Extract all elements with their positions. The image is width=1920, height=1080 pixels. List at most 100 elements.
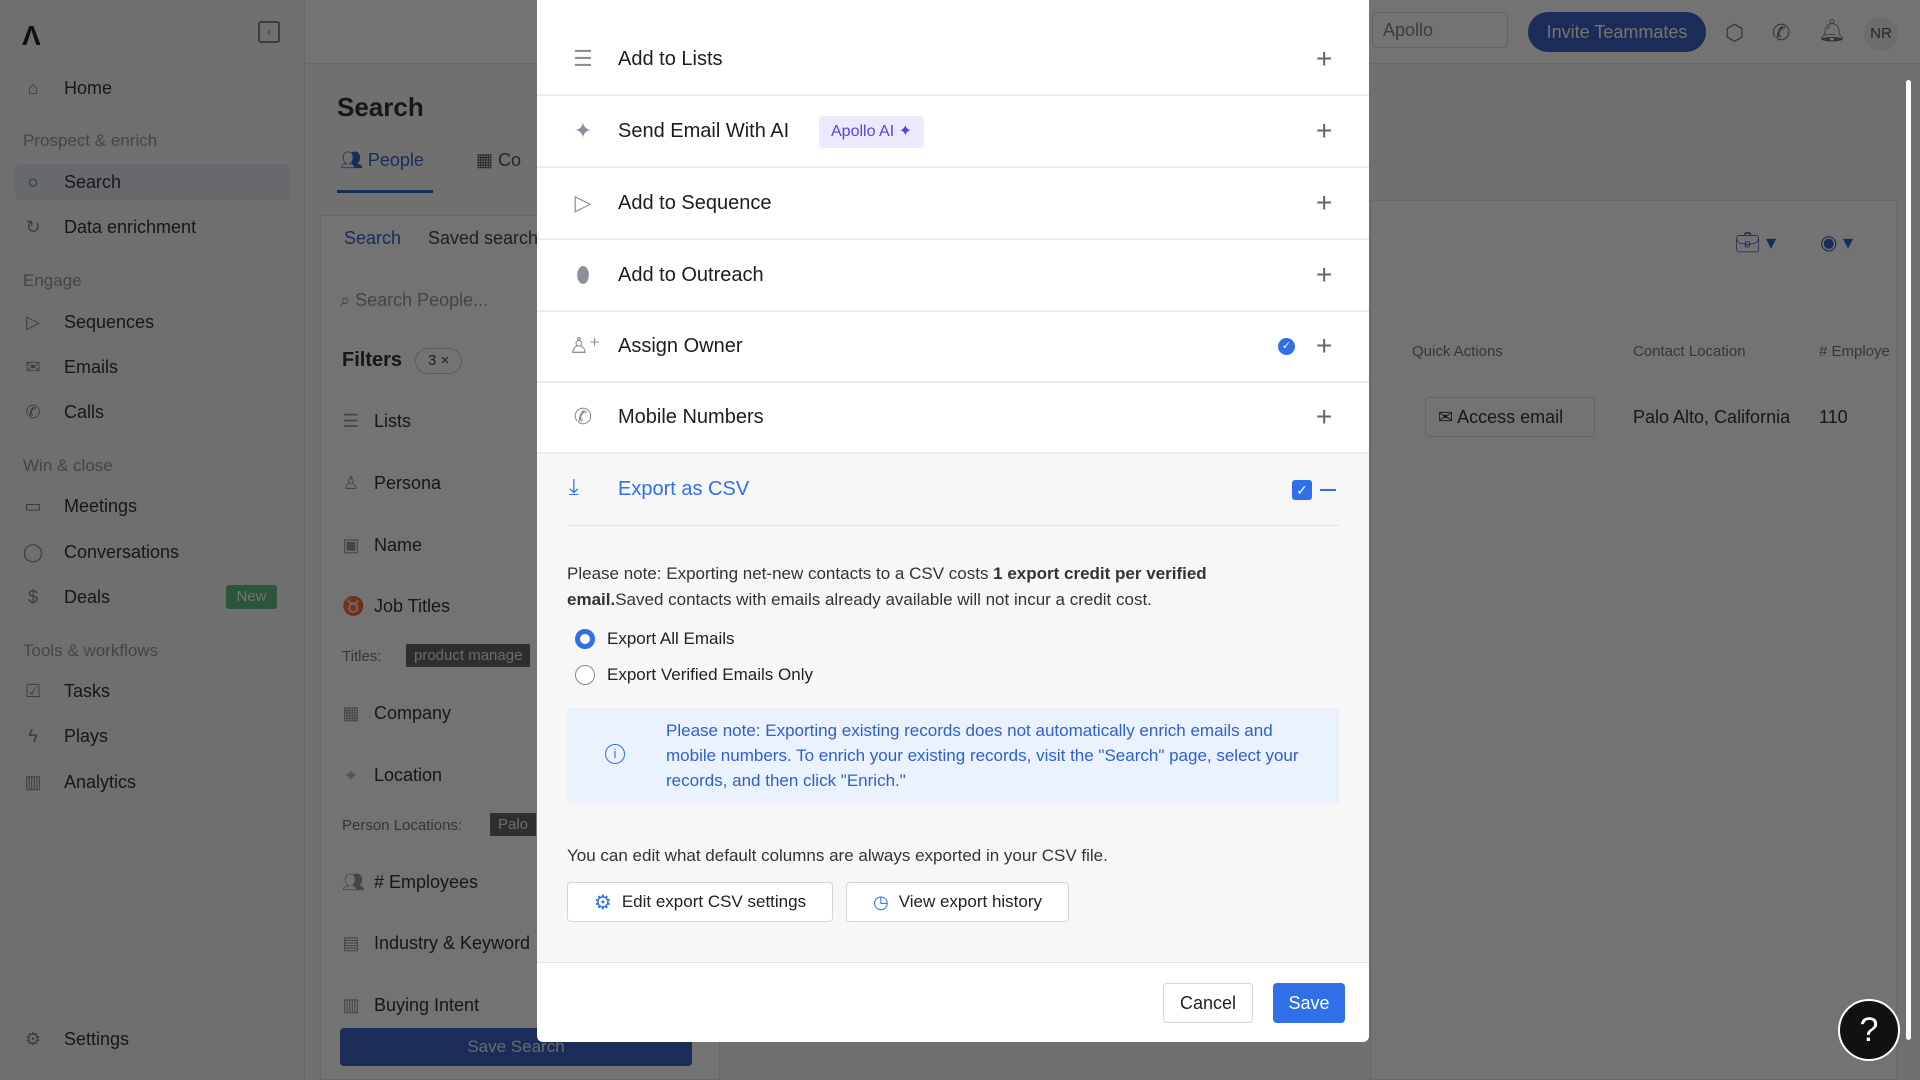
access-email-button[interactable]: ✉ Access email (1425, 397, 1595, 437)
lightning-icon: ϟ (28, 726, 38, 746)
sidebar-item-analytics[interactable]: ▥ Analytics (22, 767, 136, 797)
export-title[interactable]: Export as CSV (618, 478, 749, 501)
page-title: Search (337, 92, 424, 122)
plus-icon[interactable]: + (1316, 187, 1332, 219)
tab-underline (337, 190, 433, 193)
sidebar-item-sequences[interactable]: ▷ Sequences (22, 307, 154, 337)
help-button[interactable]: ? (1838, 999, 1900, 1061)
phone-icon: ✆ (573, 404, 593, 429)
dollar-icon: $ (27, 587, 38, 607)
label: Settings (64, 1028, 130, 1049)
radio-label: Export Verified Emails Only (607, 665, 813, 684)
avatar[interactable]: NR (1864, 17, 1898, 51)
search-people-input[interactable]: ⌕ Search People... (340, 290, 488, 311)
row-send-email-ai[interactable]: ✦ Send Email With AI Apollo AI ✦ + (537, 96, 1369, 168)
bulk-actions-modal: ☰ Add to Lists + ✦ Send Email With AI Apoll… (537, 0, 1369, 1042)
row-add-to-outreach[interactable]: ⬮ Add to Outreach + (537, 240, 1369, 312)
label: Buying Intent (374, 995, 480, 1015)
collapse-minus-icon[interactable] (1320, 489, 1336, 491)
sidebar-item-conversations[interactable]: ◯ Conversations (22, 537, 179, 567)
bell-icon[interactable]: 🔔︎ (1818, 18, 1846, 44)
apollo-logo[interactable]: Λ (22, 20, 41, 52)
location-chip[interactable]: Palo (490, 813, 537, 836)
column-header: Contact Location (1633, 343, 1746, 360)
label: Conversations (64, 541, 180, 562)
enrich-icon: ↻ (25, 217, 41, 237)
plus-icon[interactable]: + (1316, 115, 1332, 147)
send-icon: ▷ (26, 312, 40, 332)
filter-lists[interactable]: ☰ Lists (342, 411, 411, 432)
credit-note: Please note: Exporting net-new contacts … (567, 561, 1307, 613)
tab-people[interactable]: 👥︎ People (340, 150, 424, 171)
row-label: Add to Lists (618, 47, 723, 70)
radio-export-all[interactable]: Export All Emails (575, 629, 735, 649)
collapse-sidebar-icon[interactable]: ‹ (258, 21, 280, 43)
filter-location[interactable]: ⌖ Location (342, 765, 442, 786)
name-icon: ▣ (342, 535, 360, 555)
row-label: Assign Owner (618, 334, 743, 357)
cancel-button[interactable]: Cancel (1163, 983, 1253, 1023)
plus-icon[interactable]: + (1316, 401, 1332, 433)
filter-employees[interactable]: 👥︎ # Employees (342, 872, 478, 893)
filter-persona[interactable]: ♙ Persona (342, 473, 441, 494)
section-label: Engage (23, 271, 82, 290)
plus-icon[interactable]: + (1316, 259, 1332, 291)
filter-buying-intent[interactable]: ▥ Buying Intent (342, 995, 479, 1016)
subtab-saved-search[interactable]: Saved search (428, 228, 538, 249)
radio-selected[interactable] (575, 629, 595, 649)
radio-unselected[interactable] (575, 665, 595, 685)
info-icon: i (605, 744, 625, 764)
filter-job-titles[interactable]: ♉ Job Titles (342, 596, 450, 617)
label: Analytics (64, 771, 137, 792)
row-add-to-lists[interactable]: ☰ Add to Lists + (537, 24, 1369, 96)
row-assign-owner[interactable]: ♙⁺ Assign Owner ✓ + (537, 311, 1369, 383)
filter-name[interactable]: ▣ Name (342, 535, 422, 556)
export-checkbox[interactable]: ✓ (1292, 480, 1312, 500)
filter-company[interactable]: ▦ Company (342, 703, 451, 724)
label: Industry & Keyword (374, 933, 531, 953)
sidebar-item-home[interactable]: ⌂ Home (22, 73, 112, 103)
sidebar-item-plays[interactable]: ϟ Plays (22, 721, 108, 751)
plus-icon[interactable]: + (1316, 43, 1332, 75)
title-chip[interactable]: product manage (406, 644, 531, 667)
chart-icon: ▥ (24, 772, 42, 792)
view-export-history-button[interactable]: ◷ View export history (846, 882, 1069, 922)
row-add-to-sequence[interactable]: ▷ Add to Sequence + (537, 168, 1369, 240)
invite-teammates-button[interactable]: Invite Teammates (1528, 12, 1706, 52)
titles-label: Titles: (342, 648, 382, 665)
button-label: View export history (898, 892, 1043, 911)
label: Company (374, 703, 452, 723)
subtab-search[interactable]: Search (344, 228, 401, 249)
briefcase-icon[interactable]: 💼︎ ▾ (1735, 230, 1776, 255)
sidebar-item-calls[interactable]: ✆ Calls (22, 397, 104, 427)
filters-count-badge[interactable]: 3 × (415, 348, 463, 374)
global-search-input[interactable]: Apollo (1372, 12, 1508, 48)
sidebar-item-tasks[interactable]: ☑ Tasks (22, 676, 110, 706)
sidebar-item-data-enrichment[interactable]: ↻ Data enrichment (22, 212, 196, 242)
job-icon: ♉ (342, 596, 365, 616)
extension-icon[interactable]: ⬡ (1725, 20, 1744, 46)
sidebar-item-search[interactable]: ○ Search (22, 167, 121, 197)
label: Home (64, 77, 113, 98)
home-icon: ⌂ (27, 78, 39, 98)
sidebar-item-emails[interactable]: ✉ Emails (22, 352, 118, 382)
sidebar-item-settings[interactable]: ⚙ Settings (22, 1024, 129, 1054)
save-button[interactable]: Save (1273, 983, 1345, 1023)
sidebar-item-meetings[interactable]: ▭ Meetings (22, 491, 137, 521)
note-text: Saved contacts with emails already avail… (615, 590, 1152, 609)
phone-icon[interactable]: ✆ (1772, 20, 1790, 46)
tab-companies[interactable]: ▦ Co (476, 150, 521, 171)
edit-export-settings-button[interactable]: ⚙ Edit export CSV settings (567, 882, 833, 922)
sidebar-item-deals[interactable]: $ Deals (22, 582, 110, 612)
scrollbar[interactable] (1906, 80, 1911, 1040)
filter-industry[interactable]: ▤ Industry & Keyword (342, 933, 530, 954)
plus-icon[interactable]: + (1316, 330, 1332, 362)
label: Lists (374, 411, 412, 431)
row-mobile-numbers[interactable]: ✆ Mobile Numbers + (537, 382, 1369, 454)
sparkle-icon: ✦ (898, 123, 913, 140)
mail-icon: ✉ (25, 357, 41, 377)
label: Deals (64, 586, 111, 607)
tab-label: People (367, 150, 424, 170)
radio-export-verified[interactable]: Export Verified Emails Only (575, 665, 813, 685)
eye-icon[interactable]: ◉ ▾ (1820, 230, 1853, 255)
